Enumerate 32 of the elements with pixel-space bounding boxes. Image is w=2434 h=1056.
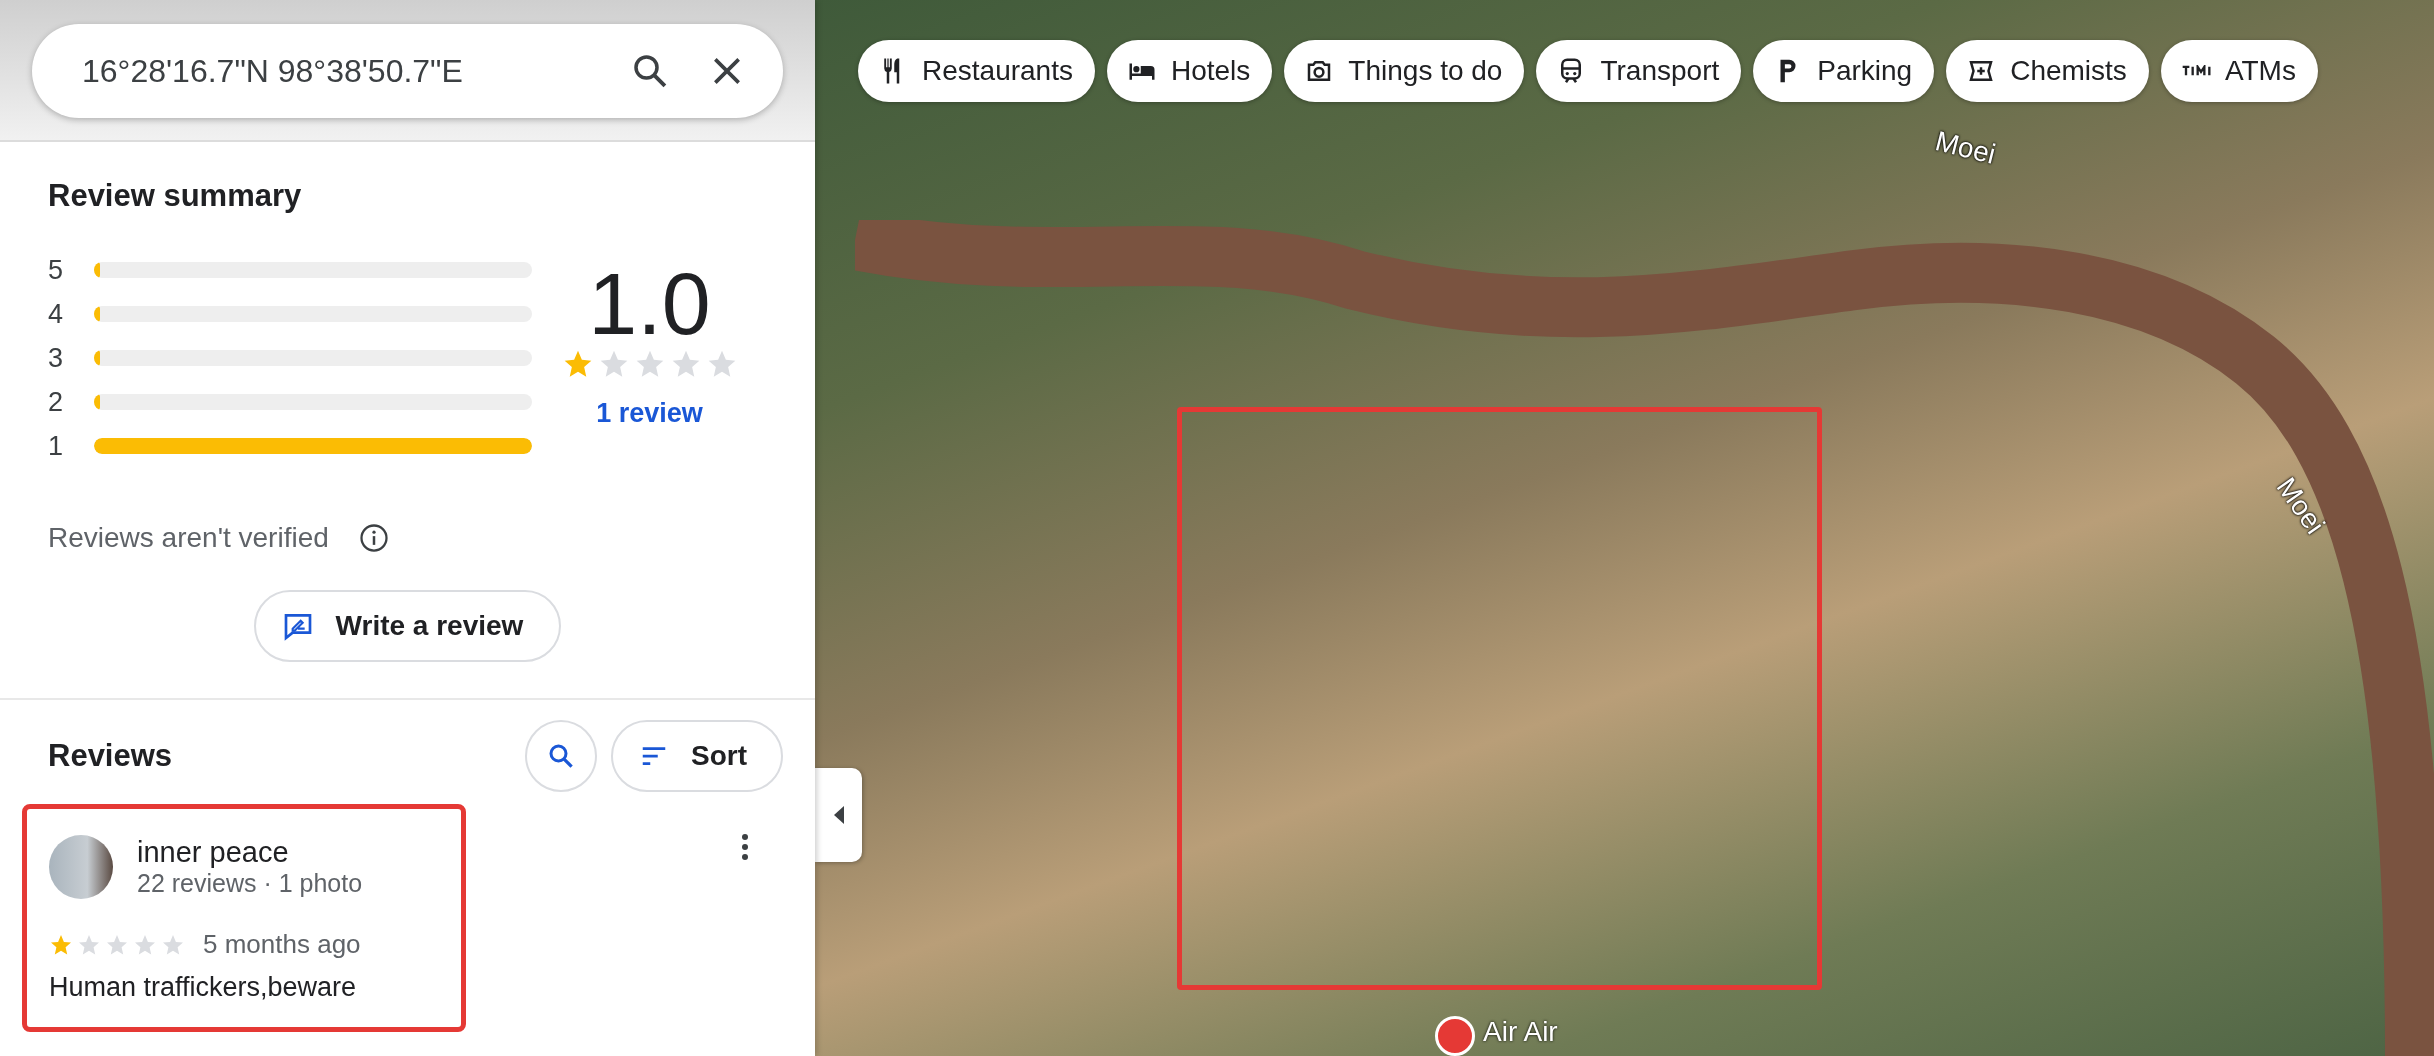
category-chip[interactable]: ATMs <box>2160 40 2318 102</box>
sort-button[interactable]: Sort <box>611 720 783 792</box>
rating-label: 3 <box>48 342 65 374</box>
review-text: Human traffickers,beware <box>49 972 358 1003</box>
collapse-panel-button[interactable] <box>815 768 862 862</box>
rating-label: 4 <box>48 298 65 330</box>
review-time: 5 months ago <box>203 929 361 960</box>
rating-label: 2 <box>48 386 65 418</box>
write-review-button[interactable]: Write a review <box>253 590 562 662</box>
category-chip[interactable]: Transport <box>1536 40 1742 102</box>
river-label: Moei <box>1932 125 1999 171</box>
search-input[interactable]: 16°28'16.7"N 98°38'50.7"E <box>80 51 599 91</box>
place-label: Air Air <box>1483 1016 1558 1048</box>
category-chip[interactable]: Restaurants <box>858 40 1095 102</box>
category-chip[interactable]: Parking <box>1753 40 1935 102</box>
notice-text: Reviews aren't verified <box>48 522 329 554</box>
map-pin[interactable] <box>1435 1016 1475 1056</box>
search-field[interactable]: 16°28'16.7"N 98°38'50.7"E <box>32 24 783 118</box>
category-chip[interactable]: Things to do <box>1284 40 1525 102</box>
rating-label: 5 <box>48 254 65 286</box>
more-icon <box>740 832 750 862</box>
atm-icon <box>2180 65 2211 77</box>
section-title: Review summary <box>48 178 303 214</box>
section-title: Reviews <box>48 738 174 774</box>
average-rating: 1.0 <box>588 260 711 348</box>
reviewer-name[interactable]: inner peace <box>137 836 363 869</box>
reviewer-meta: 22 reviews · 1 photo <box>137 869 363 898</box>
info-icon[interactable] <box>358 523 389 553</box>
category-chip[interactable]: Hotels <box>1106 40 1273 102</box>
category-chip[interactable]: Chemists <box>1946 40 2149 102</box>
rating-label: 1 <box>48 430 65 462</box>
review-count-link[interactable]: 1 review <box>596 398 703 429</box>
